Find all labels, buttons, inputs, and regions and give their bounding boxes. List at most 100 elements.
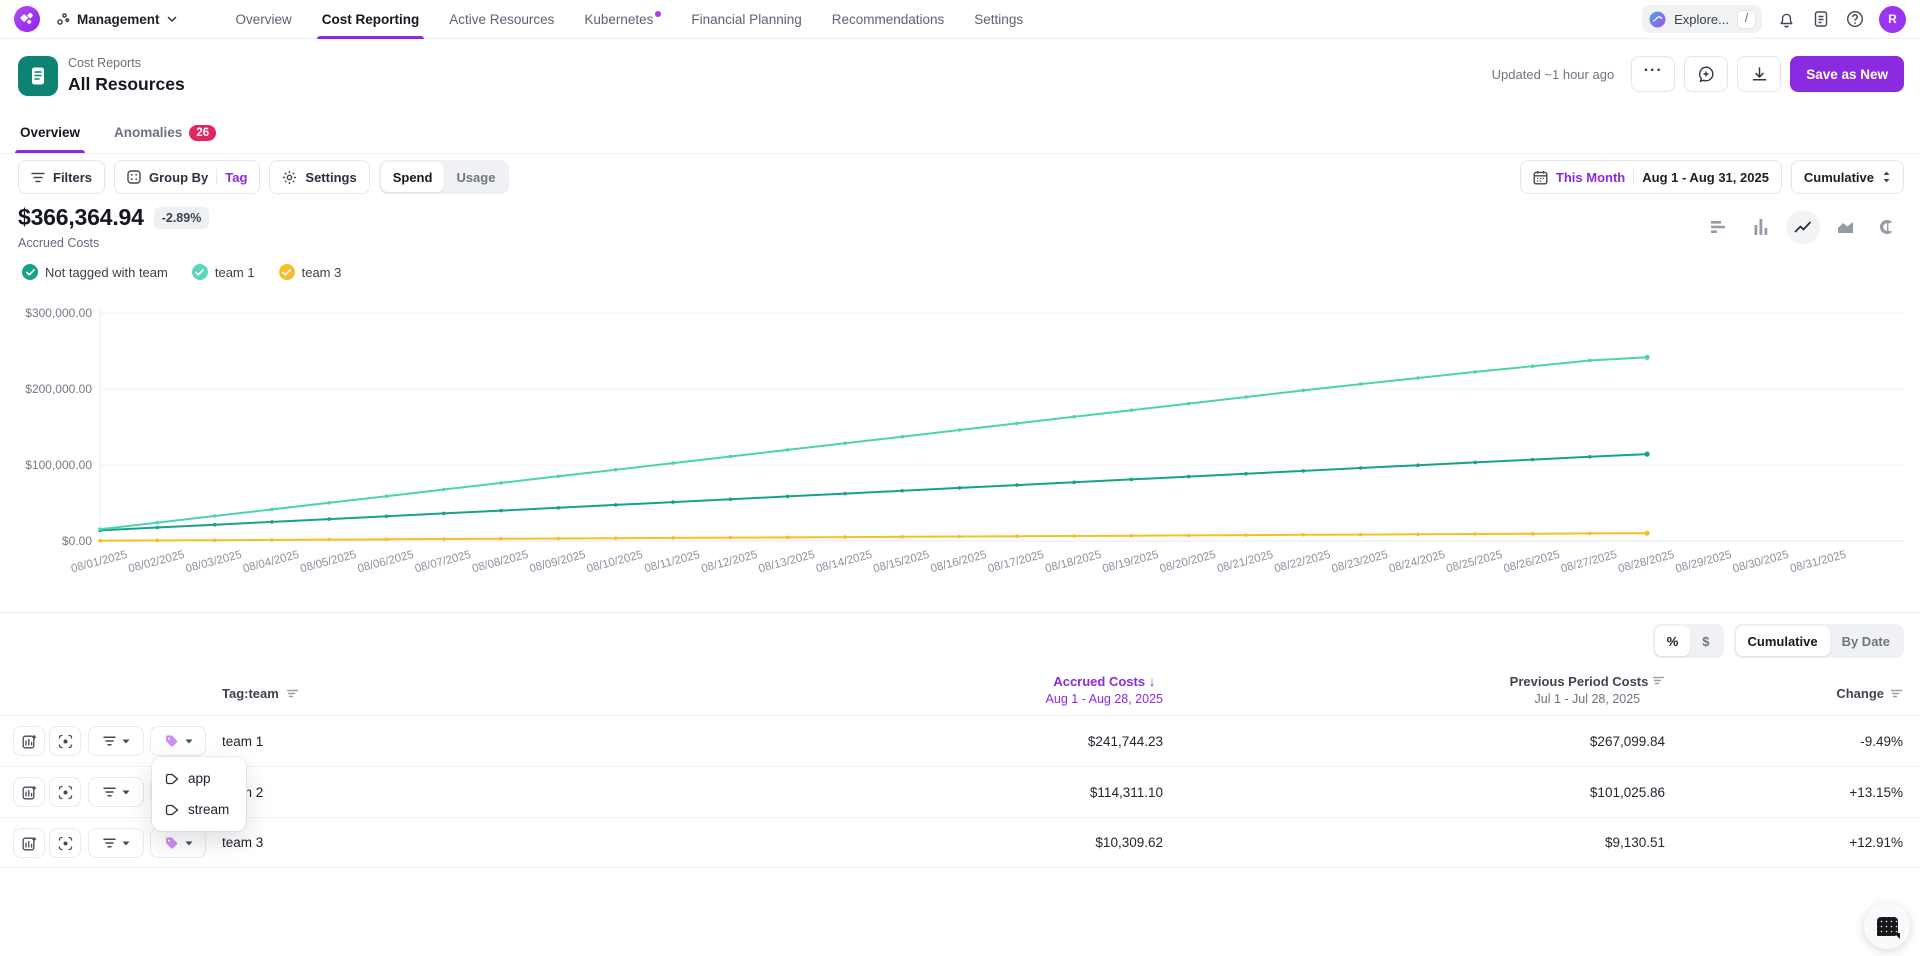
x-axis-tick-label: 08/26/2025 bbox=[1502, 549, 1561, 575]
legend-label: team 1 bbox=[215, 265, 255, 280]
series-line bbox=[100, 357, 1647, 529]
chat-widget-icon bbox=[1877, 917, 1898, 936]
legend-check-icon bbox=[279, 264, 295, 280]
drill-in-button[interactable] bbox=[49, 777, 81, 807]
download-icon bbox=[1751, 66, 1768, 83]
row-filter-dropdown[interactable] bbox=[88, 777, 144, 807]
bar-vertical-chart-button[interactable] bbox=[1744, 210, 1778, 244]
add-to-report-button[interactable] bbox=[13, 828, 45, 858]
cost-line-chart[interactable]: $0.00$100,000.00$200,000.00$300,000.0008… bbox=[0, 293, 1920, 598]
download-button[interactable] bbox=[1737, 56, 1781, 92]
x-axis-tick-label: 08/10/2025 bbox=[586, 549, 645, 575]
explore-search-button[interactable]: Explore... / bbox=[1642, 5, 1762, 33]
data-point bbox=[1187, 534, 1191, 538]
drill-in-button[interactable] bbox=[49, 828, 81, 858]
drill-in-button[interactable] bbox=[49, 726, 81, 756]
nav-item-recommendations[interactable]: Recommendations bbox=[817, 0, 960, 39]
row-tag-dropdown[interactable] bbox=[150, 828, 206, 858]
legend-item-team3[interactable]: team 3 bbox=[279, 264, 342, 280]
vantage-logo[interactable] bbox=[14, 6, 40, 32]
avatar-initial: R bbox=[1888, 12, 1897, 26]
kubernetes-notification-dot bbox=[655, 11, 661, 17]
usage-toggle-option[interactable]: Usage bbox=[444, 162, 507, 192]
nav-item-cost-reporting[interactable]: Cost Reporting bbox=[307, 0, 435, 39]
notifications-bell-button[interactable] bbox=[1777, 10, 1796, 29]
data-point bbox=[1130, 478, 1134, 482]
row-filter-dropdown[interactable] bbox=[88, 828, 144, 858]
add-to-report-button[interactable] bbox=[13, 777, 45, 807]
column-header-tag-team[interactable]: Tag:team bbox=[222, 686, 299, 701]
x-axis-tick-label: 08/01/2025 bbox=[70, 549, 129, 575]
legend-check-icon bbox=[192, 264, 208, 280]
changelog-button[interactable] bbox=[1811, 10, 1830, 29]
nav-item-active-resources[interactable]: Active Resources bbox=[434, 0, 569, 39]
page-title: All Resources bbox=[68, 74, 185, 95]
more-actions-button[interactable]: ··· bbox=[1631, 56, 1675, 92]
data-point bbox=[1416, 463, 1420, 467]
line-chart-button[interactable] bbox=[1786, 210, 1820, 244]
data-point bbox=[1187, 475, 1191, 479]
cumulative-toggle-option[interactable]: Cumulative bbox=[1736, 626, 1830, 656]
x-axis-tick-label: 08/15/2025 bbox=[872, 549, 931, 575]
support-chat-widget-button[interactable] bbox=[1864, 903, 1910, 949]
workspace-switcher[interactable]: Management bbox=[56, 12, 177, 27]
tag-icon bbox=[164, 836, 179, 851]
nav-label: Recommendations bbox=[832, 12, 945, 27]
comment-button[interactable] bbox=[1684, 56, 1728, 92]
legend-item-not-tagged[interactable]: Not tagged with team bbox=[22, 264, 168, 280]
nav-item-financial-planning[interactable]: Financial Planning bbox=[676, 0, 816, 39]
caret-down-icon bbox=[185, 841, 193, 846]
data-point bbox=[1302, 533, 1306, 537]
column-header-accrued-costs[interactable]: Accrued Costs ↓ Aug 1 - Aug 28, 2025 bbox=[1046, 674, 1163, 706]
save-as-new-button[interactable]: Save as New bbox=[1790, 56, 1904, 92]
percent-toggle-option[interactable]: % bbox=[1655, 626, 1691, 656]
focus-scan-icon bbox=[58, 785, 73, 800]
help-button[interactable] bbox=[1845, 10, 1864, 29]
divider bbox=[216, 169, 217, 185]
tag-menu-item-app[interactable]: app bbox=[152, 763, 246, 794]
bar-horizontal-chart-button[interactable] bbox=[1702, 210, 1736, 244]
nav-item-overview[interactable]: Overview bbox=[221, 0, 307, 39]
row-tag-dropdown[interactable] bbox=[150, 726, 206, 756]
nav-item-settings[interactable]: Settings bbox=[959, 0, 1038, 39]
aggregation-select[interactable]: Cumulative bbox=[1791, 160, 1904, 194]
donut-chart-button[interactable] bbox=[1870, 210, 1904, 244]
breadcrumb[interactable]: Cost Reports bbox=[68, 56, 141, 70]
y-axis-tick-label: $300,000.00 bbox=[25, 306, 92, 320]
legend-item-team1[interactable]: team 1 bbox=[192, 264, 255, 280]
chart-add-icon bbox=[22, 734, 37, 749]
spend-toggle-option[interactable]: Spend bbox=[381, 162, 445, 192]
logo-icon bbox=[20, 12, 34, 26]
filters-button[interactable]: Filters bbox=[18, 160, 105, 194]
dollar-toggle-option[interactable]: $ bbox=[1690, 626, 1721, 656]
data-point bbox=[1531, 458, 1535, 462]
tag-menu-item-stream[interactable]: stream bbox=[152, 794, 246, 825]
data-point bbox=[1531, 364, 1535, 368]
settings-button[interactable]: Settings bbox=[269, 160, 369, 194]
area-chart-button[interactable] bbox=[1828, 210, 1862, 244]
column-header-change[interactable]: Change bbox=[1836, 686, 1903, 701]
x-axis-tick-label: 08/02/2025 bbox=[127, 549, 186, 575]
x-axis-tick-label: 08/16/2025 bbox=[929, 549, 988, 575]
report-icon bbox=[18, 56, 58, 96]
nav-item-kubernetes[interactable]: Kubernetes bbox=[569, 0, 676, 39]
tab-anomalies[interactable]: Anomalies 26 bbox=[112, 112, 218, 153]
data-point bbox=[1645, 452, 1650, 457]
group-by-button[interactable]: Group By Tag bbox=[114, 160, 260, 194]
add-to-report-button[interactable] bbox=[13, 726, 45, 756]
filter-icon bbox=[103, 736, 116, 746]
data-point bbox=[786, 536, 790, 540]
gear-icon bbox=[282, 170, 297, 185]
tab-overview[interactable]: Overview bbox=[18, 112, 82, 153]
date-range-button[interactable]: This Month Aug 1 - Aug 31, 2025 bbox=[1520, 160, 1782, 194]
column-header-previous-period[interactable]: Previous Period Costs Jul 1 - Jul 28, 20… bbox=[1510, 674, 1665, 706]
data-point bbox=[786, 495, 790, 499]
avatar[interactable]: R bbox=[1879, 6, 1906, 33]
row-filter-dropdown[interactable] bbox=[88, 726, 144, 756]
by-date-toggle-option[interactable]: By Date bbox=[1830, 626, 1902, 656]
x-axis-tick-label: 08/17/2025 bbox=[987, 549, 1046, 575]
data-point bbox=[270, 538, 274, 542]
area-chart-icon bbox=[1837, 220, 1854, 234]
report-toolbar: Filters Group By Tag Settings Spend Usag… bbox=[18, 160, 1904, 194]
bar-vertical-icon bbox=[1754, 219, 1768, 235]
